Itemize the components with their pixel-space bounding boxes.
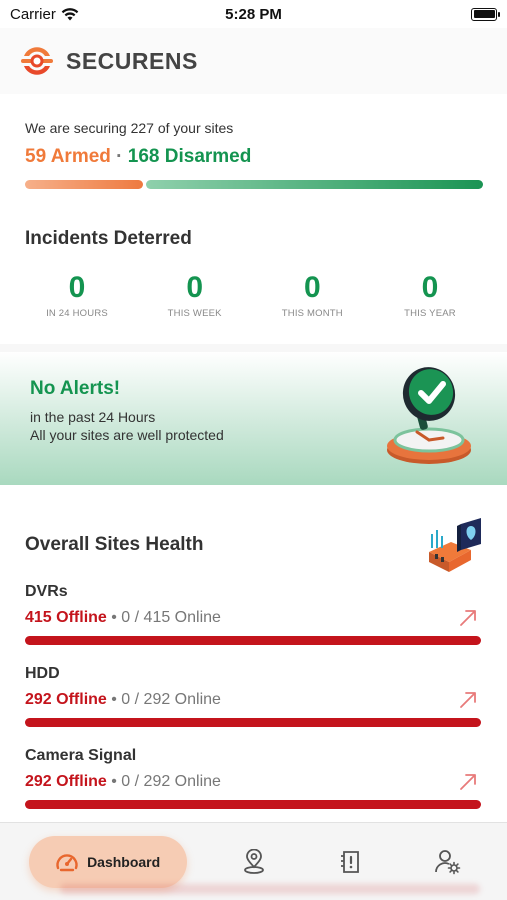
incidents-title: Incidents Deterred	[25, 228, 192, 249]
health-item-camera-signal[interactable]: Camera Signal 292 Offline • 0 / 292 Onli…	[25, 747, 482, 809]
location-pin-icon	[243, 848, 264, 874]
nav-dashboard-button[interactable]: Dashboard	[28, 835, 187, 888]
health-item-status: 292 Offline • 0 / 292 Online	[25, 690, 482, 710]
armed-count: 59 Armed	[25, 146, 111, 167]
health-item-status: 292 Offline • 0 / 292 Online	[25, 772, 482, 792]
offline-count: 292 Offline	[25, 773, 107, 790]
health-header: Overall Sites Health	[25, 485, 482, 595]
health-item-title: HDD	[25, 665, 60, 682]
sites-health-section: Overall Sites Health DVRs 415 Offline • …	[0, 485, 507, 825]
incident-label: IN 24 HOURS	[46, 308, 108, 319]
health-item-title: DVRs	[25, 583, 68, 600]
health-item-hdd[interactable]: HDD 292 Offline • 0 / 292 Online	[25, 665, 482, 727]
securens-logo-icon	[21, 47, 53, 75]
user-settings-icon	[435, 849, 461, 874]
incident-value: 0	[186, 271, 203, 304]
incidents-section: Incidents Deterred 0 IN 24 HOURS 0 THIS …	[0, 194, 507, 344]
bottom-navigation: Dashboard	[0, 822, 507, 900]
incident-value: 0	[68, 271, 86, 304]
brand-name: SECURENS	[66, 47, 198, 74]
nav-sites-map-button[interactable]	[224, 836, 284, 888]
offline-bar	[25, 718, 481, 727]
armed-status-line: 59 Armed · 168 Disarmed	[25, 146, 482, 168]
battery-icon	[471, 7, 500, 21]
carrier-label: Carrier	[10, 5, 56, 23]
health-item-title: Camera Signal	[25, 747, 137, 764]
offline-bar	[25, 636, 481, 645]
online-count: • 0 / 415 Online	[106, 609, 221, 626]
online-count: • 0 / 292 Online	[106, 691, 221, 708]
online-count: • 0 / 292 Online	[106, 773, 221, 790]
alert-log-icon	[341, 850, 360, 873]
securing-summary: We are securing 227 of your sites 59 Arm…	[0, 94, 507, 194]
armed-ratio-bar	[25, 180, 483, 189]
offline-bar	[25, 800, 481, 809]
disarmed-count: 168 Disarmed	[127, 146, 252, 167]
incident-stat-24h[interactable]: 0 IN 24 HOURS	[31, 271, 123, 320]
status-bar: Carrier 5:28 PM	[0, 0, 507, 28]
incident-value: 0	[303, 271, 321, 304]
health-title: Overall Sites Health	[25, 534, 204, 555]
armed-bar-segment	[25, 180, 143, 189]
health-item-status: 415 Offline • 0 / 415 Online	[25, 608, 482, 628]
incidents-row: 0 IN 24 HOURS 0 THIS WEEK 0 THIS MONTH 0…	[25, 271, 482, 320]
incident-stat-year[interactable]: 0 THIS YEAR	[384, 271, 476, 320]
incident-label: THIS YEAR	[404, 308, 456, 319]
no-alerts-banner: No Alerts! in the past 24 Hours All your…	[0, 352, 507, 485]
nav-alerts-button[interactable]	[321, 836, 381, 888]
armed-separator: ·	[110, 146, 128, 167]
server-security-icon	[429, 518, 481, 572]
carrier-info: Carrier	[10, 6, 79, 23]
app-header: SECURENS	[0, 28, 507, 94]
securing-text: We are securing 227 of your sites	[25, 120, 234, 136]
incident-stat-week[interactable]: 0 THIS WEEK	[149, 271, 241, 320]
nav-dashboard-label: Dashboard	[87, 853, 161, 870]
nav-profile-settings-button[interactable]	[418, 836, 478, 888]
incident-label: THIS MONTH	[281, 308, 343, 319]
disarmed-bar-segment	[146, 180, 483, 189]
arrow-up-right-icon[interactable]	[458, 690, 478, 710]
incident-label: THIS WEEK	[167, 308, 222, 319]
arrow-up-right-icon[interactable]	[458, 608, 478, 628]
health-item-dvrs[interactable]: DVRs 415 Offline • 0 / 415 Online	[25, 583, 482, 645]
offline-count: 415 Offline	[25, 609, 107, 626]
wifi-icon	[61, 7, 79, 20]
scroll-shadow	[60, 884, 480, 894]
incident-value: 0	[421, 271, 439, 304]
incident-stat-month[interactable]: 0 THIS MONTH	[266, 271, 358, 320]
arrow-up-right-icon[interactable]	[458, 772, 478, 792]
shield-check-icon	[387, 367, 471, 464]
dashboard-icon	[56, 853, 78, 871]
offline-count: 292 Offline	[25, 691, 107, 708]
